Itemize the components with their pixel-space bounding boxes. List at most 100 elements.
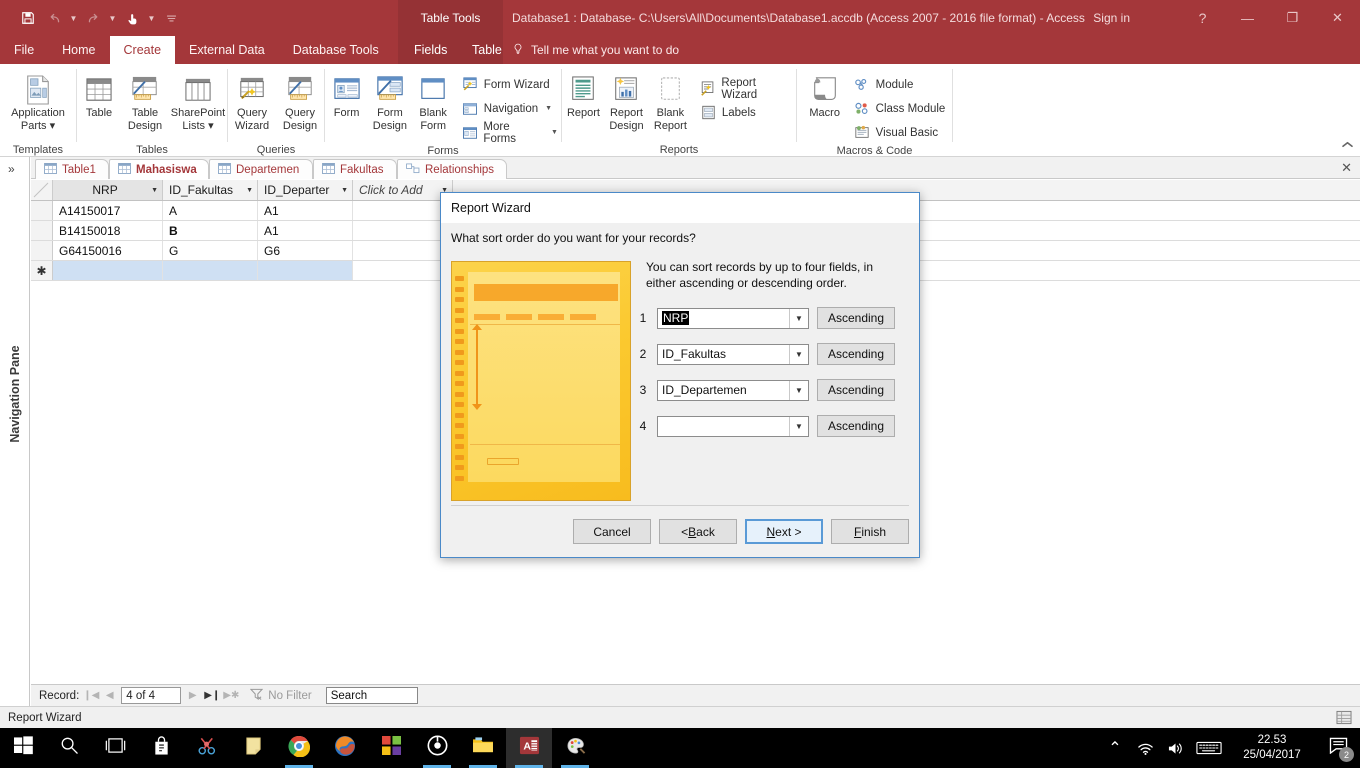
search-button[interactable]	[46, 728, 92, 768]
more-forms-button[interactable]: More Forms ▼	[459, 121, 561, 145]
sign-in-link[interactable]: Sign in	[1093, 0, 1130, 36]
redo-dropdown-icon[interactable]: ▼	[107, 14, 118, 23]
start-button[interactable]	[0, 728, 46, 768]
firefox-button[interactable]	[322, 728, 368, 768]
chrome-button[interactable]	[276, 728, 322, 768]
module-button[interactable]: Module	[851, 73, 949, 96]
doc-tab-mahasiswa[interactable]: Mahasiswa	[109, 159, 209, 179]
sort-order-button-4[interactable]: Ascending	[817, 415, 895, 437]
undo-icon[interactable]	[42, 5, 66, 31]
tell-me-box[interactable]: Tell me what you want to do	[512, 36, 679, 64]
store-button[interactable]	[138, 728, 184, 768]
navigation-caret-icon[interactable]: ▼	[545, 105, 552, 112]
cell-nrp[interactable]: A14150017	[53, 201, 163, 220]
row-selector[interactable]	[31, 201, 53, 220]
form-button[interactable]: Form	[325, 69, 368, 120]
cell-id-departemen[interactable]	[258, 261, 353, 280]
redo-icon[interactable]	[81, 5, 105, 31]
blank-report-button[interactable]: Blank Report	[648, 69, 693, 132]
finish-button[interactable]: Finish	[831, 519, 909, 544]
navigation-button[interactable]: Navigation ▼	[459, 97, 561, 120]
paint-button[interactable]	[552, 728, 598, 768]
doc-tab-departemen[interactable]: Departemen	[209, 159, 313, 179]
cell-nrp[interactable]: B14150018	[53, 221, 163, 240]
ribbon-tab-file[interactable]: File	[0, 36, 48, 64]
doc-tab-table1[interactable]: Table1	[35, 159, 109, 179]
ribbon-tab-table[interactable]: Table	[458, 36, 516, 64]
macro-button[interactable]: Macro	[801, 69, 849, 120]
restore-icon[interactable]: ❐	[1270, 0, 1315, 36]
cancel-button[interactable]: Cancel	[573, 519, 651, 544]
ribbon-tab-fields[interactable]: Fields	[400, 36, 461, 64]
media-button[interactable]	[414, 728, 460, 768]
chevron-down-icon[interactable]: ▼	[789, 380, 808, 400]
record-number-input[interactable]: 4 of 4	[121, 687, 182, 704]
labels-button[interactable]: Labels	[697, 101, 796, 124]
help-icon[interactable]: ?	[1180, 0, 1225, 36]
form-wizard-button[interactable]: Form Wizard	[459, 73, 561, 96]
file-explorer-button[interactable]	[460, 728, 506, 768]
class-module-button[interactable]: Class Module	[851, 97, 949, 120]
column-header-click-to-add[interactable]: Click to Add ▼	[353, 180, 453, 200]
expand-navigation-pane-icon[interactable]: »	[8, 162, 15, 176]
touch-mode-dropdown-icon[interactable]: ▼	[146, 14, 157, 23]
next-record-button[interactable]: ▶	[185, 690, 200, 701]
no-filter-button[interactable]: No Filter	[250, 688, 312, 703]
cell-add[interactable]	[353, 221, 453, 240]
ribbon-tab-create[interactable]: Create	[109, 36, 176, 64]
sort-field-combo-4[interactable]: ▼	[657, 415, 809, 437]
datasheet-view-icon[interactable]	[1336, 710, 1352, 728]
chevron-down-icon[interactable]: ▼	[246, 187, 253, 194]
query-wizard-button[interactable]: Query Wizard	[228, 69, 276, 132]
doc-tab-relationships[interactable]: Relationships	[397, 159, 507, 179]
sort-order-button-3[interactable]: Ascending	[817, 379, 895, 401]
report-design-button[interactable]: Report Design	[605, 69, 648, 132]
cell-id-departemen[interactable]: A1	[258, 221, 353, 240]
search-input[interactable]: Search	[325, 687, 418, 704]
chevron-down-icon[interactable]: ▼	[151, 187, 158, 194]
close-icon[interactable]: ✕	[1315, 0, 1360, 36]
back-button[interactable]: < Back	[659, 519, 737, 544]
last-record-button[interactable]: ▶❙	[204, 690, 220, 701]
chevron-down-icon[interactable]: ▼	[789, 308, 808, 328]
cell-id-fakultas[interactable]: A	[163, 201, 258, 220]
application-parts-button[interactable]: Application Parts ▾	[2, 69, 74, 132]
table-button[interactable]: Table	[77, 69, 121, 120]
minimize-icon[interactable]: —	[1225, 0, 1270, 36]
ribbon-tab-external-data[interactable]: External Data	[175, 36, 279, 64]
sort-order-button-2[interactable]: Ascending	[817, 343, 895, 365]
sort-field-combo-2[interactable]: ID_Fakultas ▼	[657, 343, 809, 365]
table-design-button[interactable]: Table Design	[121, 69, 169, 132]
close-document-icon[interactable]: ✕	[1341, 160, 1352, 176]
sort-field-combo-3[interactable]: ID_Departemen ▼	[657, 379, 809, 401]
sharepoint-lists-button[interactable]: SharePoint Lists ▾	[169, 69, 227, 132]
sort-order-button-1[interactable]: Ascending	[817, 307, 895, 329]
column-header-id-fakultas[interactable]: ID_Fakultas ▼	[163, 180, 258, 200]
cell-id-fakultas[interactable]	[163, 261, 258, 280]
cell-nrp[interactable]	[53, 261, 163, 280]
more-forms-caret-icon[interactable]: ▼	[551, 129, 558, 136]
row-selector[interactable]	[31, 241, 53, 260]
task-view-button[interactable]	[92, 728, 138, 768]
undo-dropdown-icon[interactable]: ▼	[68, 14, 79, 23]
ms-office-button[interactable]	[368, 728, 414, 768]
cell-id-departemen[interactable]: G6	[258, 241, 353, 260]
doc-tab-fakultas[interactable]: Fakultas	[313, 159, 397, 179]
cell-add[interactable]	[353, 261, 453, 280]
sort-field-combo-1[interactable]: NRP ▼	[657, 307, 809, 329]
new-record-button[interactable]: ▶✱	[223, 690, 239, 701]
query-design-button[interactable]: Query Design	[276, 69, 324, 132]
form-design-button[interactable]: Form Design	[368, 69, 411, 132]
save-icon[interactable]	[16, 5, 40, 31]
select-all-corner[interactable]	[31, 180, 53, 200]
cell-add[interactable]	[353, 241, 453, 260]
access-button[interactable]: A	[506, 728, 552, 768]
navigation-pane[interactable]: » Navigation Pane	[0, 157, 30, 706]
visual-basic-button[interactable]: Visual Basic	[851, 121, 949, 144]
action-center-button[interactable]: 2	[1316, 728, 1360, 768]
chevron-down-icon[interactable]: ▼	[789, 416, 808, 436]
cell-id-fakultas[interactable]: G	[163, 241, 258, 260]
report-button[interactable]: Report	[562, 69, 605, 120]
chevron-down-icon[interactable]: ▼	[789, 344, 808, 364]
cell-nrp[interactable]: G64150016	[53, 241, 163, 260]
